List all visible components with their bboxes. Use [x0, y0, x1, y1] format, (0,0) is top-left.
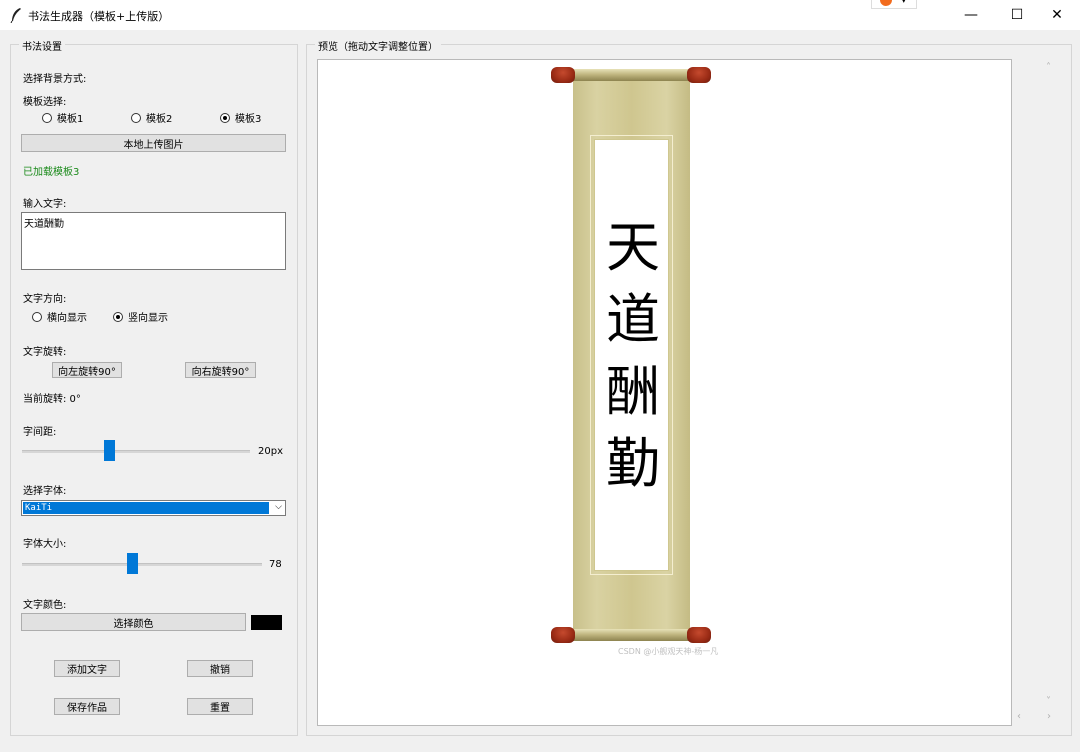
- settings-group-title: 书法设置: [19, 38, 65, 53]
- vertical-radio[interactable]: 竖向显示: [113, 309, 168, 324]
- rotation-label: 文字旋转:: [23, 347, 67, 358]
- template-2-label: 模板2: [146, 114, 173, 125]
- font-label: 选择字体:: [23, 486, 67, 497]
- horizontal-label: 横向显示: [47, 313, 87, 324]
- rod-cap-left: [551, 627, 575, 643]
- add-text-button[interactable]: 添加文字: [54, 660, 120, 677]
- font-select-value: KaiTi: [23, 502, 269, 514]
- feather-icon: [10, 8, 21, 23]
- color-swatch: [251, 615, 282, 630]
- minimize-icon: —: [964, 7, 978, 23]
- reset-button[interactable]: 重置: [187, 698, 253, 715]
- top-scroll-rod: [551, 67, 711, 83]
- caret-down-icon: ▾: [902, 0, 906, 5]
- calligraphy-char[interactable]: 勤: [592, 428, 674, 500]
- rotate-left-button[interactable]: 向左旋转90°: [52, 362, 122, 378]
- template-1-radio[interactable]: 模板1: [42, 110, 83, 125]
- rotate-right-button[interactable]: 向右旋转90°: [185, 362, 256, 378]
- maximize-icon: ☐: [1010, 7, 1024, 23]
- ime-indicator[interactable]: ▾: [871, 0, 917, 9]
- horizontal-scrollbar[interactable]: ‹ ›: [1012, 711, 1060, 726]
- text-input[interactable]: 天道酬勤: [21, 212, 286, 270]
- undo-button[interactable]: 撤销: [187, 660, 253, 677]
- vertical-label: 竖向显示: [128, 313, 168, 324]
- template-label: 模板选择:: [23, 97, 67, 108]
- horizontal-radio[interactable]: 横向显示: [32, 309, 87, 324]
- upload-image-button[interactable]: 本地上传图片: [21, 134, 286, 152]
- radio-on-icon: [220, 112, 230, 123]
- rod-cap-right: [687, 627, 711, 643]
- direction-label: 文字方向:: [23, 294, 67, 305]
- background-method-label: 选择背景方式:: [23, 74, 87, 85]
- close-button[interactable]: ✕: [1034, 0, 1080, 30]
- input-text-label: 输入文字:: [23, 199, 67, 210]
- font-size-slider-track: [22, 563, 262, 566]
- rod-cap-right: [687, 67, 711, 83]
- calligraphy-char[interactable]: 天: [592, 212, 674, 284]
- scroll-up-icon[interactable]: ˄: [1046, 62, 1051, 73]
- choose-color-button[interactable]: 选择颜色: [21, 613, 246, 631]
- radio-off-icon: [32, 311, 42, 322]
- font-size-slider-thumb[interactable]: [127, 553, 138, 574]
- scroll-left-icon[interactable]: ‹: [1017, 711, 1021, 722]
- spacing-slider-track: [22, 450, 250, 453]
- calligraphy-char[interactable]: 道: [592, 284, 674, 356]
- watermark: CSDN @小舰观天神-杨一凡: [618, 647, 719, 656]
- scroll-down-icon[interactable]: ˅: [1046, 696, 1051, 707]
- spacing-value: 20px: [258, 446, 283, 457]
- save-work-button[interactable]: 保存作品: [54, 698, 120, 715]
- template-3-label: 模板3: [235, 114, 262, 125]
- rod-bar: [573, 69, 689, 81]
- spacing-label: 字间距:: [23, 427, 57, 438]
- calligraphy-char[interactable]: 酬: [592, 356, 674, 428]
- font-size-label: 字体大小:: [23, 539, 67, 550]
- scroll-right-icon[interactable]: ›: [1047, 711, 1051, 722]
- status-text: 已加载模板3: [23, 167, 80, 178]
- font-size-value: 78: [269, 559, 282, 570]
- radio-on-icon: [113, 311, 123, 322]
- radio-off-icon: [131, 112, 141, 123]
- calligraphy-text[interactable]: 天 道 酬 勤: [592, 212, 674, 500]
- radio-off-icon: [42, 112, 52, 123]
- template-1-label: 模板1: [57, 114, 84, 125]
- vertical-scrollbar[interactable]: ˄ ˅: [1040, 60, 1060, 712]
- close-icon: ✕: [1051, 7, 1063, 23]
- preview-group-title: 预览（拖动文字调整位置）: [315, 38, 441, 53]
- window-title: 书法生成器（模板+上传版）: [28, 10, 170, 23]
- rod-cap-left: [551, 67, 575, 83]
- current-rotation: 当前旋转: 0°: [23, 394, 81, 405]
- ime-logo-icon: [880, 0, 892, 6]
- template-2-radio[interactable]: 模板2: [131, 110, 172, 125]
- font-select[interactable]: KaiTi ⌵: [21, 500, 286, 516]
- bottom-scroll-rod: [551, 627, 711, 643]
- font-size-slider[interactable]: [22, 553, 262, 575]
- title-bar: 书法生成器（模板+上传版） ▾ — ☐ ✕: [0, 0, 1080, 30]
- spacing-slider-thumb[interactable]: [104, 440, 115, 461]
- chevron-down-icon[interactable]: ⌵: [275, 502, 282, 512]
- rod-bar: [573, 629, 689, 641]
- spacing-slider[interactable]: [22, 440, 250, 462]
- template-3-radio[interactable]: 模板3: [220, 110, 261, 125]
- color-label: 文字颜色:: [23, 600, 67, 611]
- minimize-button[interactable]: —: [948, 0, 994, 30]
